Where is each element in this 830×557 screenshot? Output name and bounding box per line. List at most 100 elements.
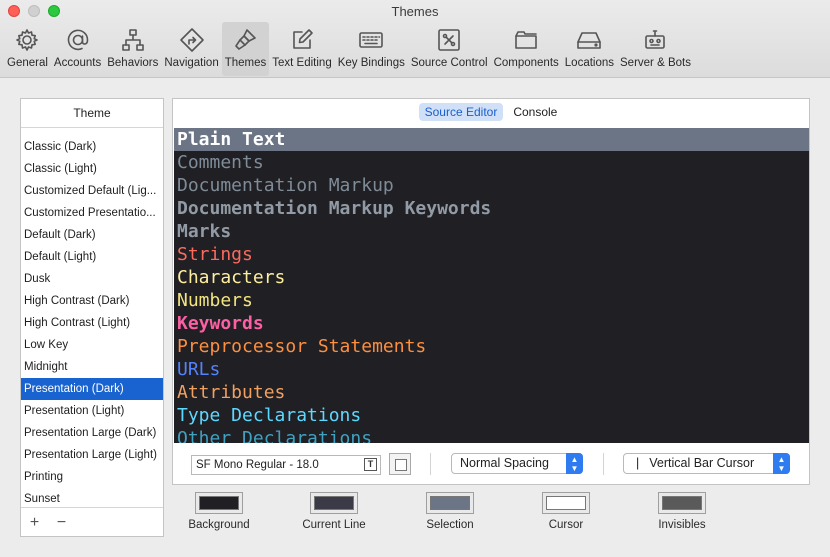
theme-item[interactable]: Classic (Dark): [21, 136, 163, 158]
syntax-item[interactable]: Documentation Markup Keywords: [174, 197, 809, 220]
tab-locations[interactable]: Locations: [562, 22, 617, 76]
tab-behaviors[interactable]: Behaviors: [104, 22, 161, 76]
tab-components[interactable]: Components: [491, 22, 562, 76]
color-swatch: [546, 496, 586, 510]
theme-item[interactable]: Presentation (Light): [21, 400, 163, 422]
theme-item[interactable]: Default (Light): [21, 246, 163, 268]
well-label: Cursor: [548, 519, 584, 531]
color-well-box[interactable]: [658, 492, 706, 514]
syntax-item[interactable]: Marks: [174, 220, 809, 243]
selection-color-well[interactable]: Selection: [405, 492, 495, 531]
syntax-item[interactable]: Preprocessor Statements: [174, 335, 809, 358]
theme-item[interactable]: Printing: [21, 466, 163, 488]
cursor-style-popup[interactable]: | Vertical Bar Cursor ▲ ▼: [623, 453, 790, 474]
syntax-item[interactable]: Type Declarations: [174, 404, 809, 427]
theme-item[interactable]: Default (Dark): [21, 224, 163, 246]
edit-pencil-icon: [293, 29, 313, 49]
theme-item[interactable]: Customized Default (Lig...: [21, 180, 163, 202]
tab-label: General: [7, 57, 48, 69]
components-box-icon: [515, 31, 537, 49]
tab-text-editing[interactable]: Text Editing: [269, 22, 334, 76]
current-line-color-well[interactable]: Current Line: [289, 492, 379, 531]
theme-item-selected[interactable]: Presentation (Dark): [21, 378, 163, 400]
color-swatch: [430, 496, 470, 510]
font-color-well[interactable]: [389, 453, 411, 475]
syntax-item[interactable]: Plain Text: [174, 128, 809, 151]
tab-navigation[interactable]: Navigation: [161, 22, 221, 76]
theme-item[interactable]: Classic (Light): [21, 158, 163, 180]
remove-theme-button[interactable]: −: [48, 508, 75, 537]
syntax-item[interactable]: Strings: [174, 243, 809, 266]
well-label: Current Line: [302, 519, 366, 531]
background-color-well[interactable]: Background: [174, 492, 264, 531]
divider: [603, 453, 604, 475]
tab-label: Key Bindings: [337, 57, 405, 69]
tab-label: Components: [493, 57, 559, 69]
font-field[interactable]: SF Mono Regular - 18.0 T: [191, 455, 381, 475]
color-well-box[interactable]: [542, 492, 590, 514]
chevron-up-down-icon: ▲ ▼: [773, 453, 790, 474]
theme-item[interactable]: High Contrast (Dark): [21, 290, 163, 312]
theme-item[interactable]: Midnight: [21, 356, 163, 378]
theme-item[interactable]: Presentation Large (Dark): [21, 422, 163, 444]
drive-icon: [577, 32, 602, 49]
color-well-box[interactable]: [195, 492, 243, 514]
hierarchy-icon: [121, 29, 144, 51]
syntax-item[interactable]: URLs: [174, 358, 809, 381]
navigation-arrow-icon: [179, 28, 204, 52]
syntax-item[interactable]: Documentation Markup: [174, 174, 809, 197]
well-label: Selection: [426, 519, 474, 531]
color-swatch: [314, 496, 354, 510]
tab-label: Source Control: [410, 57, 488, 69]
theme-item[interactable]: Dusk: [21, 268, 163, 290]
paintbrush-icon: [235, 29, 257, 50]
tab-server-bots[interactable]: Server & Bots: [617, 22, 694, 76]
tab-console[interactable]: Console: [507, 103, 563, 121]
tab-themes[interactable]: Themes: [221, 22, 270, 76]
theme-item[interactable]: High Contrast (Light): [21, 312, 163, 334]
theme-item[interactable]: Presentation Large (Light): [21, 444, 163, 466]
divider: [430, 453, 431, 475]
cursor-prefix: |: [636, 456, 640, 470]
invisibles-color-well[interactable]: Invisibles: [637, 492, 727, 531]
syntax-item[interactable]: Numbers: [174, 289, 809, 312]
tab-accounts[interactable]: Accounts: [51, 22, 104, 76]
cursor-color-well[interactable]: Cursor: [521, 492, 611, 531]
color-swatch: [662, 496, 702, 510]
line-spacing-popup[interactable]: Normal Spacing ▲ ▼: [451, 453, 583, 474]
tab-source-editor[interactable]: Source Editor: [418, 103, 504, 121]
tab-label: Behaviors: [107, 57, 159, 69]
line-spacing-value: Normal Spacing: [460, 456, 549, 470]
editor-mode-segmented-control: Source Editor Console: [173, 103, 809, 121]
editor-options-bar: SF Mono Regular - 18.0 T Normal Spacing …: [173, 444, 809, 484]
theme-list-footer: + −: [21, 507, 163, 536]
tab-general[interactable]: General: [4, 22, 51, 76]
robot-icon: [645, 30, 666, 49]
color-well-box[interactable]: [310, 492, 358, 514]
well-label: Invisibles: [658, 519, 706, 531]
syntax-item[interactable]: Characters: [174, 266, 809, 289]
add-theme-button[interactable]: +: [21, 508, 48, 537]
syntax-item[interactable]: Keywords: [174, 312, 809, 335]
tab-label: Server & Bots: [620, 57, 691, 69]
keyboard-icon: [359, 32, 384, 48]
theme-item[interactable]: Customized Presentatio...: [21, 202, 163, 224]
text-font-icon[interactable]: T: [364, 458, 377, 471]
title-bar: Themes General Accounts Behaviors Naviga…: [0, 0, 830, 78]
tab-key-bindings[interactable]: Key Bindings: [335, 22, 408, 76]
tab-label: Accounts: [53, 57, 102, 69]
theme-list-panel: Theme Classic (Dark) Classic (Light) Cus…: [20, 98, 164, 537]
tab-label: Text Editing: [272, 57, 332, 69]
preferences-window: Themes General Accounts Behaviors Naviga…: [0, 0, 830, 557]
window-title: Themes: [391, 4, 439, 19]
theme-item[interactable]: Low Key: [21, 334, 163, 356]
syntax-item[interactable]: Attributes: [174, 381, 809, 404]
tab-source-control[interactable]: Source Control: [408, 22, 491, 76]
well-label: Background: [188, 519, 250, 531]
color-well-box[interactable]: [426, 492, 474, 514]
source-control-icon: [438, 29, 461, 51]
syntax-item[interactable]: Comments: [174, 151, 809, 174]
syntax-item[interactable]: Other Declarations: [174, 427, 809, 443]
preferences-toolbar: General Accounts Behaviors Navigation Th…: [4, 22, 694, 76]
gear-icon: [16, 29, 39, 51]
